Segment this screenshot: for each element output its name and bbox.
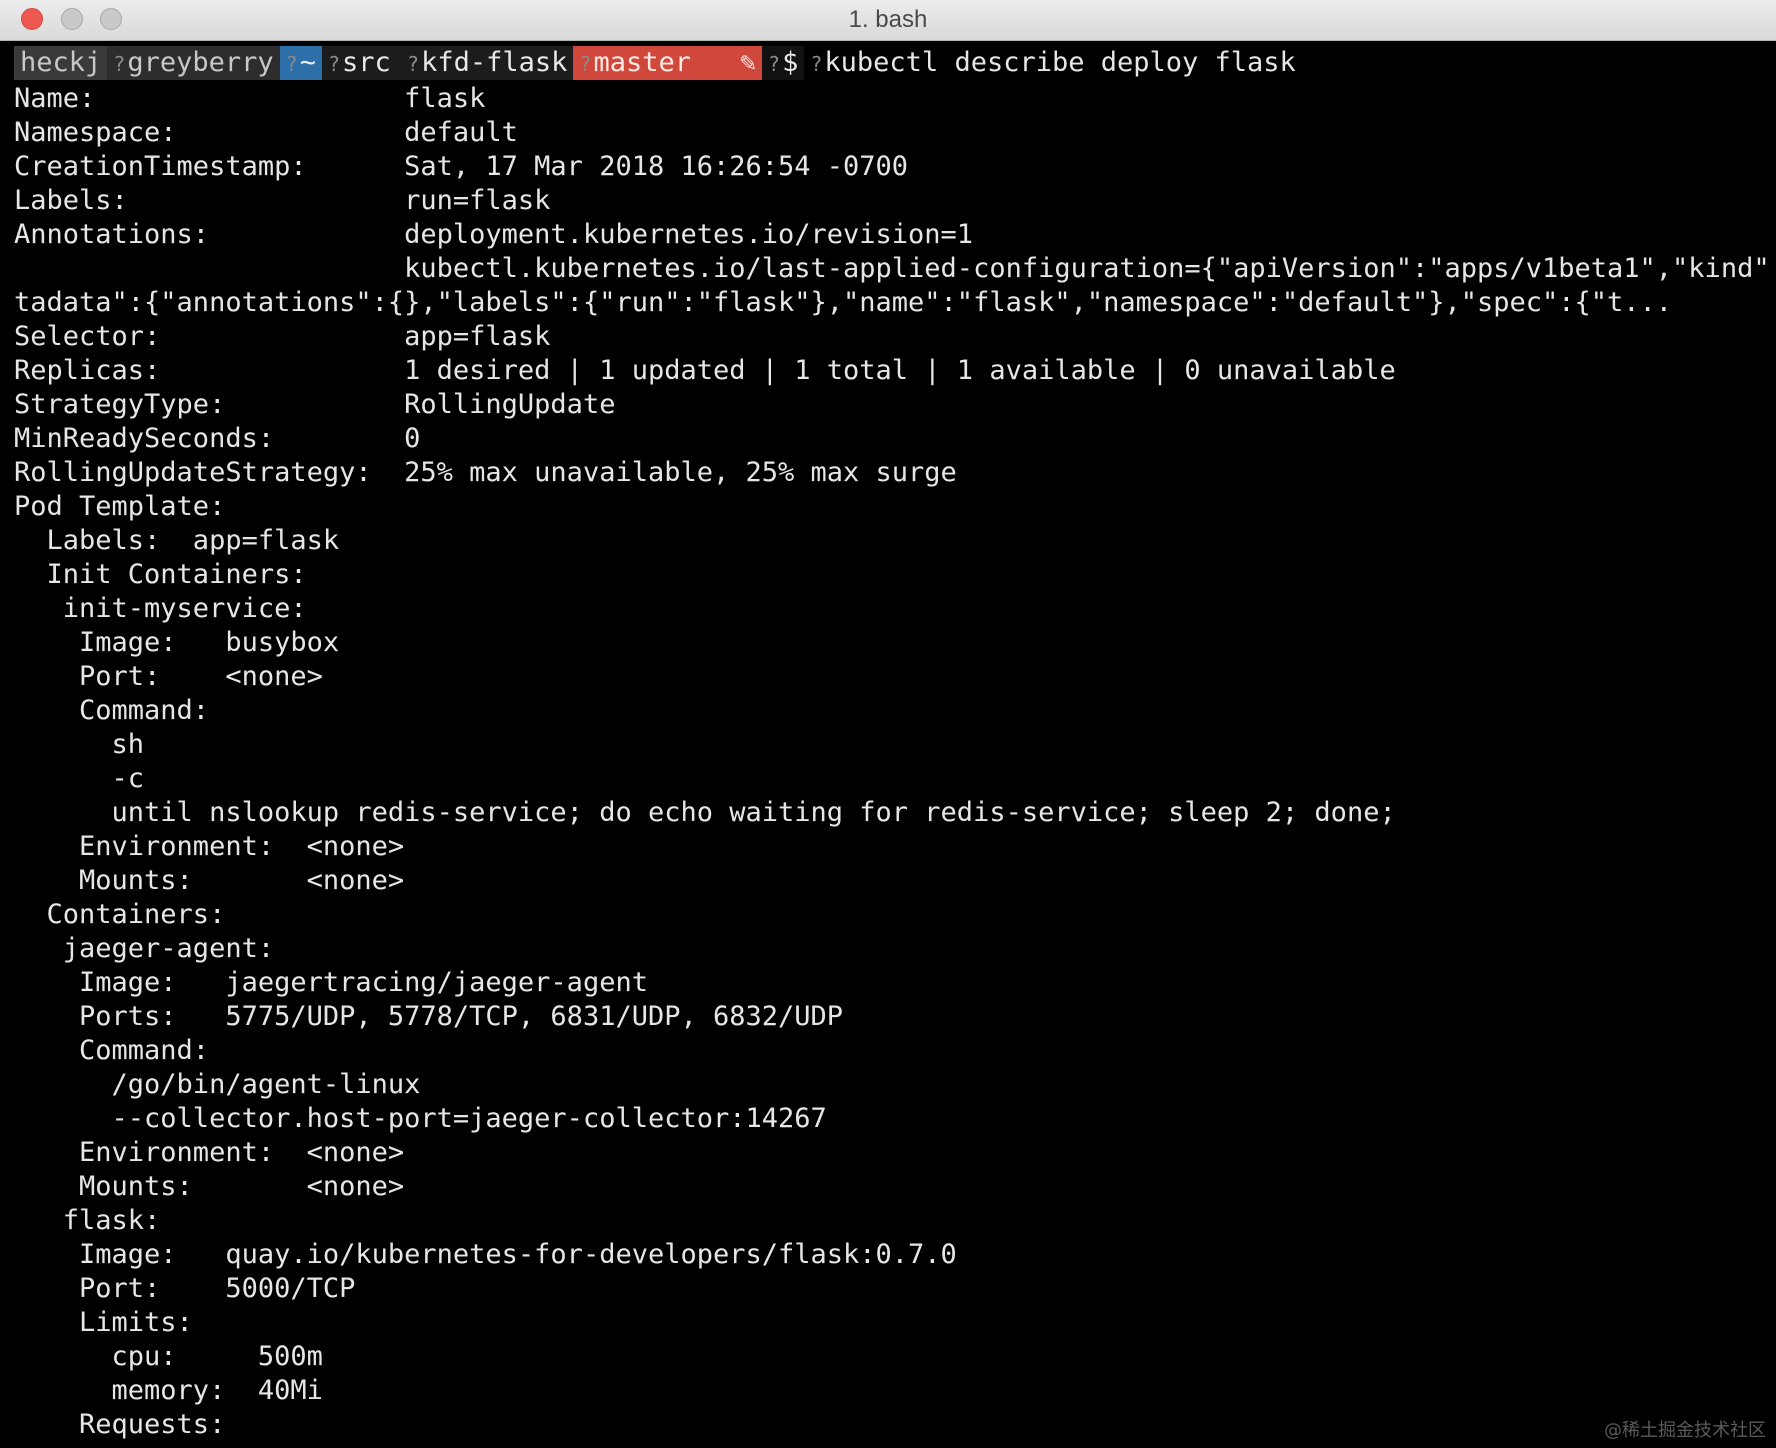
unknown-glyph-icon: ? xyxy=(327,52,340,76)
command-text: kubectl describe deploy flask xyxy=(824,47,1296,78)
output-line: Annotations: deployment.kubernetes.io/re… xyxy=(14,219,974,250)
prompt-home-segment: ?~ xyxy=(279,46,322,80)
output-line: Command: xyxy=(14,1035,210,1066)
output-line: Environment: <none> xyxy=(14,1137,405,1168)
unknown-glyph-icon: ? xyxy=(407,52,420,76)
prompt-dir-segment: ?src ?kfd-flask xyxy=(321,46,574,80)
output-line: init-myservice: xyxy=(14,593,307,624)
command-segment: ?kubectl describe deploy flask xyxy=(804,46,1295,80)
terminal-window: 1. bash heckj ?greyberry ?~ ?src ?kfd-fl… xyxy=(0,0,1776,1448)
output-line: StrategyType: RollingUpdate xyxy=(14,389,616,420)
output-line: Mounts: <none> xyxy=(14,1171,405,1202)
output-line: MinReadySeconds: 0 xyxy=(14,423,421,454)
unknown-glyph-icon: ? xyxy=(285,52,298,76)
pencil-icon: ✎ xyxy=(739,47,757,78)
output-line: jaeger-agent: xyxy=(14,933,275,964)
prompt-dollar-segment: ?$ xyxy=(762,46,805,80)
output-line: sh xyxy=(14,729,145,760)
output-line: --collector.host-port=jaeger-collector:1… xyxy=(14,1103,827,1134)
output-line: /go/bin/agent-linux xyxy=(14,1069,421,1100)
prompt-host: greyberry xyxy=(127,47,274,78)
output-line: kubectl.kubernetes.io/last-applied-confi… xyxy=(404,253,1772,284)
output-line: Image: jaegertracing/jaeger-agent xyxy=(14,967,648,998)
output-line: Command: xyxy=(14,695,210,726)
prompt-dollar: $ xyxy=(782,47,799,78)
output-line: Limits: xyxy=(14,1307,193,1338)
output-line: Labels: app=flask xyxy=(14,525,340,556)
output-line: Pod Template: xyxy=(14,491,226,522)
output-line: flask: xyxy=(14,1205,161,1236)
output-line: Image: busybox xyxy=(14,627,340,658)
shell-prompt: heckj ?greyberry ?~ ?src ?kfd-flask ?mas… xyxy=(14,46,1296,80)
output-line: Mounts: <none> xyxy=(14,865,405,896)
output-line: tadata":{"annotations":{},"labels":{"run… xyxy=(14,287,1673,318)
prompt-dir-src: src xyxy=(342,47,391,78)
output-line: Namespace: default xyxy=(14,117,518,148)
output-line: Containers: xyxy=(14,899,226,930)
prompt-dir-kfd-flask: kfd-flask xyxy=(421,47,568,78)
watermark: @稀土掘金技术社区 xyxy=(1604,1420,1766,1441)
output-line: cpu: 500m xyxy=(14,1341,323,1372)
output-line: until nslookup redis-service; do echo wa… xyxy=(14,797,1396,828)
prompt-git-segment: ?master ✎ xyxy=(573,46,763,80)
output-line: Port: 5000/TCP xyxy=(14,1273,356,1304)
output-line: Replicas: 1 desired | 1 updated | 1 tota… xyxy=(14,355,1396,386)
terminal-output-area[interactable]: heckj ?greyberry ?~ ?src ?kfd-flask ?mas… xyxy=(6,44,1772,1444)
command-output: Name: flask Namespace: default CreationTim… xyxy=(14,82,1772,1442)
unknown-glyph-icon: ? xyxy=(768,52,781,76)
output-line: CreationTimestamp: Sat, 17 Mar 2018 16:2… xyxy=(14,151,909,182)
unknown-glyph-icon: ? xyxy=(810,52,823,76)
prompt-home: ~ xyxy=(299,47,316,78)
output-line: Port: <none> xyxy=(14,661,323,692)
output-line: RollingUpdateStrategy: 25% max unavailab… xyxy=(14,457,957,488)
output-line: Ports: 5775/UDP, 5778/TCP, 6831/UDP, 683… xyxy=(14,1001,844,1032)
title-bar[interactable]: 1. bash xyxy=(0,0,1776,41)
output-line: -c xyxy=(14,763,145,794)
output-line: Selector: app=flask xyxy=(14,321,551,352)
unknown-glyph-icon: ? xyxy=(113,52,126,76)
output-line: memory: 40Mi xyxy=(14,1375,323,1406)
prompt-branch: master xyxy=(593,47,691,78)
output-line: Image: quay.io/kubernetes-for-developers… xyxy=(14,1239,957,1270)
output-line: Init Containers: xyxy=(14,559,307,590)
unknown-glyph-icon: ? xyxy=(579,52,592,76)
output-line: Labels: run=flask xyxy=(14,185,551,216)
output-line: Requests: xyxy=(14,1409,226,1440)
output-line: Name: flask xyxy=(14,83,486,114)
output-line: Environment: <none> xyxy=(14,831,405,862)
window-title: 1. bash xyxy=(848,6,928,33)
prompt-host-segment: ?greyberry xyxy=(107,46,280,80)
prompt-user: heckj xyxy=(14,46,108,80)
